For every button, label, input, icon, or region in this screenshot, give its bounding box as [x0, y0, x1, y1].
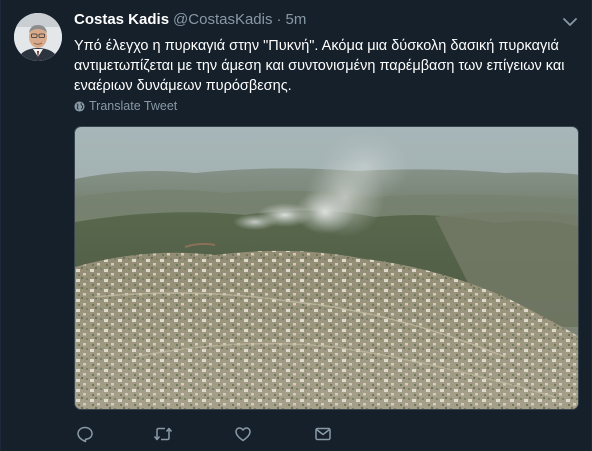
chevron-down-icon: [563, 18, 577, 26]
tweet-menu-button[interactable]: [562, 15, 578, 27]
like-button[interactable]: [233, 424, 253, 444]
separator-dot: ·: [276, 11, 282, 28]
tweet-text: Υπό έλεγχο η πυρκαγιά στην "Πυκνή". Ακόμ…: [74, 36, 579, 96]
tweet-header: Costas Kadis @CostasKadis · 5m: [74, 11, 306, 31]
translate-label: Translate Tweet: [89, 99, 178, 113]
reply-icon: [77, 426, 93, 443]
envelope-icon: [315, 427, 331, 441]
avatar-portrait: [14, 13, 62, 61]
direct-message-button[interactable]: [313, 424, 333, 444]
tweet-photo[interactable]: [74, 126, 579, 410]
tweet-timestamp[interactable]: 5m: [285, 11, 306, 28]
reply-button[interactable]: [75, 424, 95, 444]
translate-tweet-link[interactable]: Translate Tweet: [74, 99, 177, 113]
retweet-button[interactable]: [153, 424, 173, 444]
heart-icon: [235, 427, 251, 442]
aerial-wildfire-photo: [75, 127, 578, 409]
author-handle[interactable]: @CostasKadis: [173, 11, 272, 28]
tweet-text-line: Υπό έλεγχο η πυρκαγιά στην "Πυκνή". Ακόμ…: [74, 38, 559, 54]
globe-icon: [74, 100, 85, 112]
tweet-text-line: εναέριων δυνάμεων πυρόσβεσης.: [74, 78, 292, 94]
tweet-actions: [74, 424, 579, 444]
retweet-icon: [153, 427, 173, 441]
avatar[interactable]: [14, 13, 62, 61]
tweet-card[interactable]: Costas Kadis @CostasKadis · 5m Υπό έλεγχ…: [0, 0, 592, 451]
tweet-text-line: αντιμετωπίζεται με την άμεση και συντονι…: [74, 58, 565, 74]
author-name[interactable]: Costas Kadis: [74, 11, 169, 28]
